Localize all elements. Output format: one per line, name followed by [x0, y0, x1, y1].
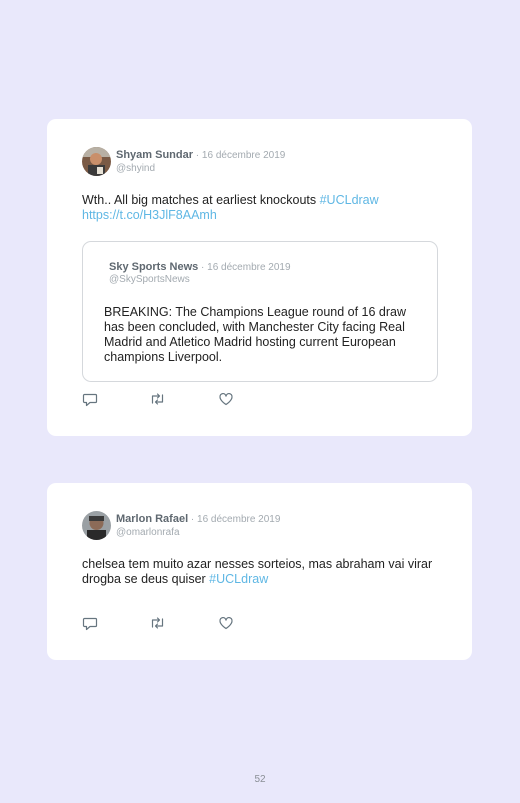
- quoted-tweet[interactable]: Sky Sports News · 16 décembre 2019 @SkyS…: [82, 241, 438, 382]
- avatar[interactable]: [82, 147, 111, 176]
- heart-icon[interactable]: [218, 615, 235, 631]
- reply-icon[interactable]: [82, 391, 99, 407]
- separator: ·: [193, 150, 202, 161]
- tweet-date[interactable]: 16 décembre 2019: [202, 150, 285, 161]
- author-name[interactable]: Marlon Rafael: [116, 513, 188, 525]
- tweet-card: Shyam Sundar · 16 décembre 2019 @shyind …: [47, 119, 472, 436]
- hashtag-link[interactable]: #UCLdraw: [320, 193, 379, 207]
- tweet-body: Wth.. All big matches at earliest knocko…: [82, 193, 320, 207]
- reply-icon[interactable]: [82, 615, 99, 631]
- url-link[interactable]: https://t.co/H3JlF8AAmh: [82, 208, 217, 222]
- author-line: Shyam Sundar · 16 décembre 2019: [116, 149, 285, 161]
- author-line: Marlon Rafael · 16 décembre 2019: [116, 513, 280, 525]
- tweet-actions: [82, 391, 252, 407]
- author-handle[interactable]: @shyind: [116, 163, 155, 174]
- quote-author-name[interactable]: Sky Sports News: [109, 261, 198, 273]
- quote-author-line: Sky Sports News · 16 décembre 2019: [109, 261, 291, 273]
- hashtag-link[interactable]: #UCLdraw: [209, 572, 268, 586]
- separator: ·: [198, 262, 208, 273]
- tweet-text: chelsea tem muito azar nesses sorteios, …: [82, 557, 442, 587]
- avatar[interactable]: [82, 511, 111, 540]
- quote-handle[interactable]: @SkySportsNews: [109, 274, 190, 285]
- page-number: 52: [254, 774, 266, 785]
- tweet-card: Marlon Rafael · 16 décembre 2019 @omarlo…: [47, 483, 472, 660]
- heart-icon[interactable]: [218, 391, 235, 407]
- quote-date[interactable]: 16 décembre 2019: [207, 262, 290, 273]
- author-name[interactable]: Shyam Sundar: [116, 149, 193, 161]
- retweet-icon[interactable]: [149, 615, 166, 631]
- quote-text: BREAKING: The Champions League round of …: [104, 305, 407, 364]
- tweet-text: Wth.. All big matches at earliest knocko…: [82, 193, 442, 223]
- tweet-date[interactable]: 16 décembre 2019: [197, 514, 280, 525]
- tweet-actions: [82, 615, 252, 631]
- retweet-icon[interactable]: [149, 391, 166, 407]
- separator: ·: [188, 514, 198, 525]
- author-handle[interactable]: @omarlonrafa: [116, 527, 180, 538]
